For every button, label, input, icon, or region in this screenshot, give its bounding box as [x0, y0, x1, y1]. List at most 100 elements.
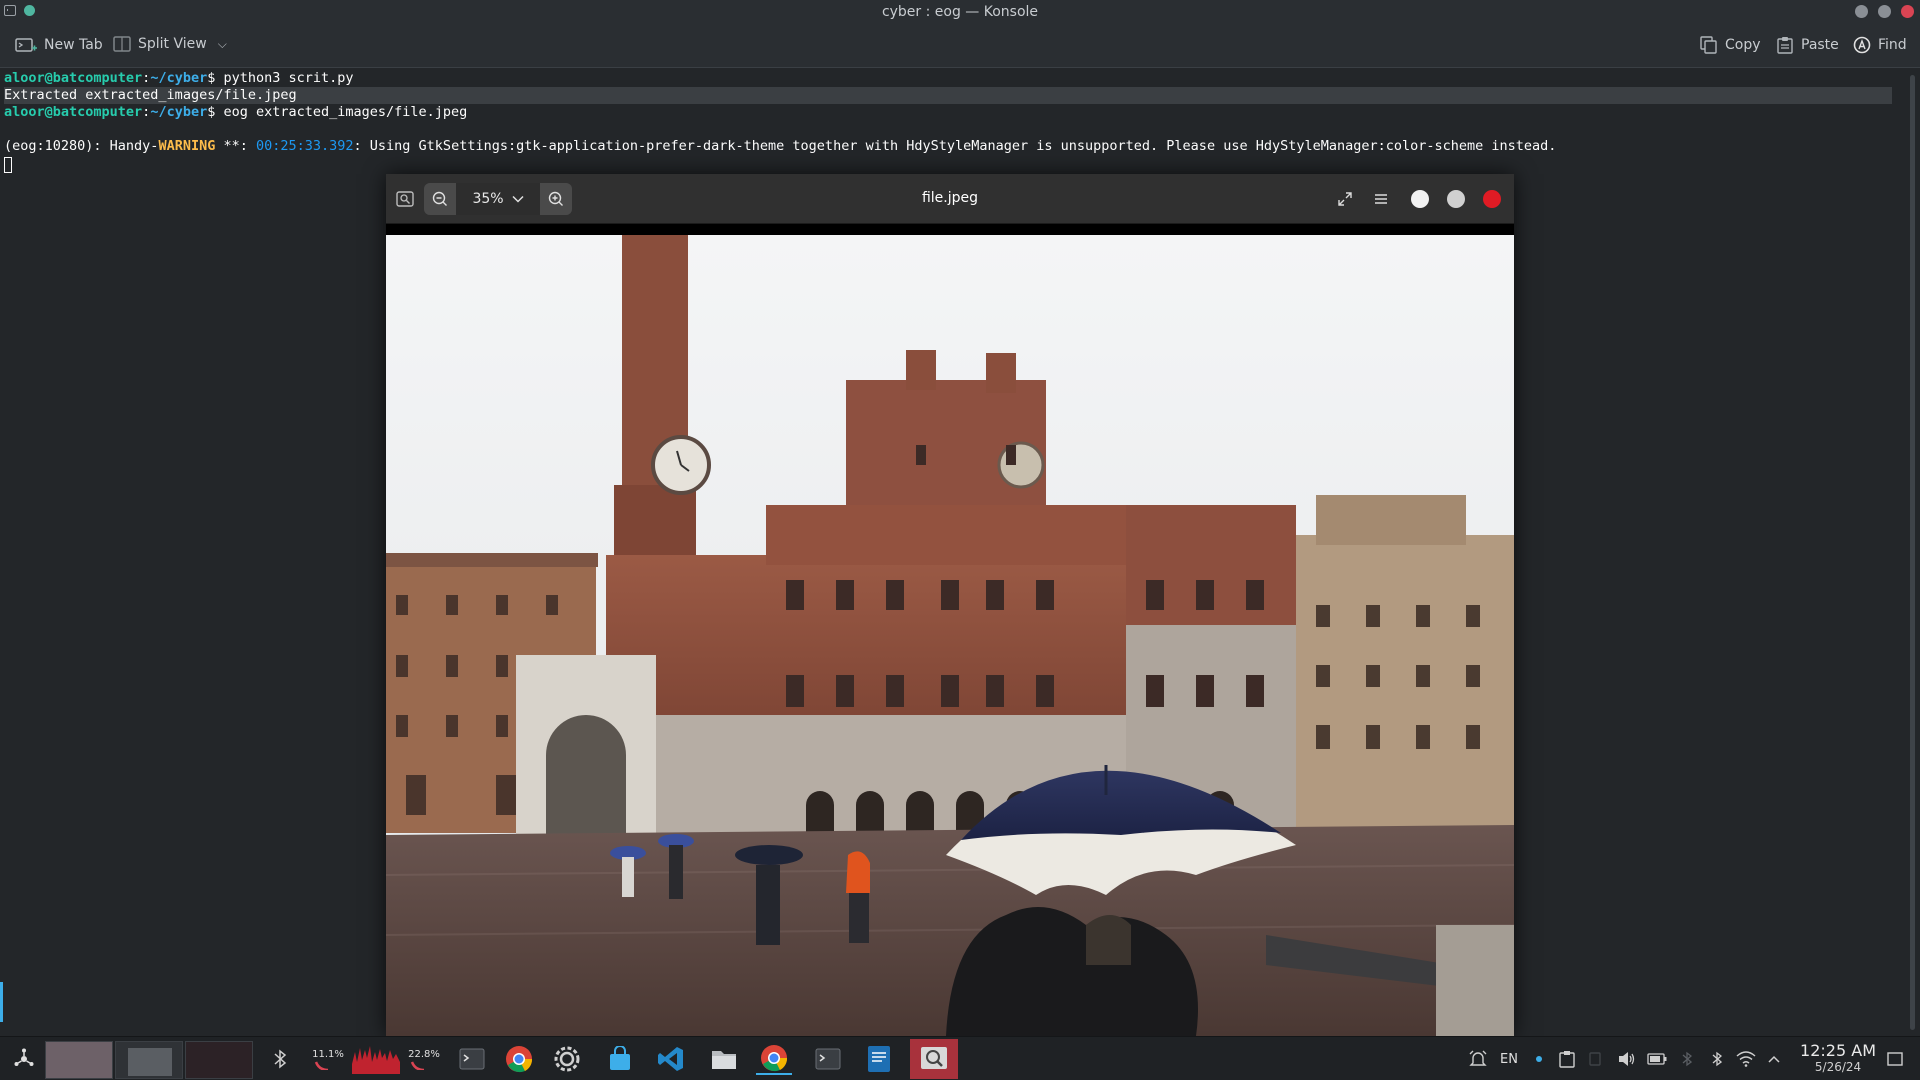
close-window-button[interactable]	[1901, 5, 1914, 18]
task-chrome-1[interactable]	[503, 1043, 535, 1075]
volume-tray[interactable]	[1615, 1043, 1637, 1075]
window-title: cyber : eog — Konsole	[881, 4, 1039, 20]
paste-button[interactable]: Paste	[1776, 36, 1839, 54]
bluetooth-icon	[274, 1049, 287, 1069]
tray-expand-button[interactable]	[1765, 1043, 1783, 1075]
task-file-manager[interactable]	[708, 1043, 740, 1075]
speaker-icon	[1619, 1052, 1635, 1066]
close-icon[interactable]	[1483, 190, 1501, 208]
taskbar: 11.1% 22.8% EN 12:25 AM 5/26/24	[0, 1036, 1920, 1080]
alarm-bell-icon	[1469, 1050, 1487, 1066]
status-dot	[1532, 1043, 1546, 1075]
bluetooth-icon	[1682, 1051, 1692, 1067]
task-chrome-2[interactable]	[756, 1043, 792, 1075]
wifi-tray[interactable]	[1735, 1043, 1757, 1075]
virtual-desktop-1[interactable]	[45, 1041, 113, 1079]
maximize-icon[interactable]	[1447, 190, 1465, 208]
minimize-window-button[interactable]	[1855, 5, 1868, 18]
terminal-scrollbar[interactable]	[1905, 69, 1920, 1036]
clipboard-icon	[1559, 1051, 1575, 1068]
network-graph[interactable]	[352, 1043, 400, 1075]
notifications-tray[interactable]	[1467, 1043, 1489, 1075]
hamburger-menu-icon	[1375, 194, 1387, 204]
chevron-down-icon[interactable]: ⌵	[218, 37, 227, 52]
output-filename: extracted_images/file.jpeg	[85, 87, 297, 103]
copy-icon	[1700, 36, 1717, 54]
wifi-icon	[1736, 1051, 1756, 1067]
terminal-activity-marker	[0, 982, 3, 1022]
chevron-up-icon	[1768, 1055, 1780, 1063]
image-viewer-icon	[921, 1047, 947, 1069]
paste-label: Paste	[1801, 37, 1839, 53]
device-icon	[1589, 1052, 1601, 1066]
menu-button[interactable]	[1366, 184, 1396, 214]
activity-graph-icon	[352, 1046, 400, 1074]
keep-above-icon[interactable]	[24, 5, 35, 16]
store-bag-icon	[610, 1046, 630, 1070]
show-desktop-button[interactable]	[1884, 1043, 1906, 1075]
battery-tray[interactable]	[1645, 1043, 1669, 1075]
prompt-dollar: $	[207, 104, 224, 120]
prompt-dollar: $	[207, 70, 224, 86]
bluetooth-tray-disabled[interactable]	[1679, 1043, 1695, 1075]
cpu-monitor[interactable]: 11.1%	[308, 1043, 348, 1075]
find-label: Find	[1878, 37, 1907, 53]
bluetooth-widget[interactable]	[268, 1043, 292, 1075]
prompt-user: aloor@batcomputer	[4, 70, 143, 86]
task-writer[interactable]	[861, 1043, 897, 1075]
image-canvas	[386, 235, 1514, 1036]
battery-icon	[1647, 1053, 1667, 1065]
warning-message: : Using GtkSettings:gtk-application-pref…	[353, 138, 1557, 154]
copy-label: Copy	[1725, 37, 1761, 53]
bluetooth-icon	[1712, 1051, 1722, 1067]
vscode-icon	[658, 1047, 683, 1071]
settings-gear-icon	[554, 1046, 580, 1072]
clipboard-tray[interactable]	[1557, 1043, 1577, 1075]
app-launcher-button[interactable]	[8, 1043, 40, 1075]
document-icon	[868, 1046, 890, 1072]
desktop-icon	[1887, 1052, 1903, 1066]
terminal-line-2-text: Extracted extracted_images/file.jpeg	[4, 87, 297, 104]
memory-usage: 22.8%	[408, 1048, 440, 1060]
new-tab-icon	[15, 38, 37, 52]
virtual-desktop-3[interactable]	[185, 1041, 253, 1079]
terminal-icon	[459, 1048, 485, 1070]
fullscreen-button[interactable]	[1330, 184, 1360, 214]
task-image-viewer-active[interactable]	[910, 1039, 958, 1079]
find-icon	[1853, 36, 1871, 54]
output-text: Extracted	[4, 87, 86, 103]
new-tab-label: New Tab	[44, 37, 103, 53]
task-settings[interactable]	[551, 1043, 583, 1075]
new-tab-button[interactable]: New Tab	[15, 36, 103, 54]
split-view-button[interactable]: Split View ⌵	[113, 36, 227, 52]
keyboard-layout-label: EN	[1500, 1051, 1518, 1067]
keyboard-layout[interactable]: EN	[1497, 1043, 1521, 1075]
fullscreen-icon	[1338, 192, 1352, 206]
konsole-toolbar: New Tab Split View ⌵ Copy Paste Find	[0, 24, 1920, 68]
command-text: python3 scrit.py	[223, 70, 354, 86]
prompt-path: ~/cyber	[150, 70, 208, 86]
task-konsole-2[interactable]	[810, 1043, 846, 1075]
virtual-desktop-2[interactable]	[115, 1041, 183, 1079]
memory-arc-icon	[410, 1061, 425, 1070]
clock-time: 12:25 AM	[1800, 1041, 1876, 1060]
split-view-label: Split View	[138, 36, 207, 52]
minimize-icon[interactable]	[1411, 190, 1429, 208]
task-konsole-1[interactable]	[456, 1043, 488, 1075]
terminal-icon	[815, 1048, 841, 1070]
disk-tray[interactable]	[1585, 1043, 1605, 1075]
memory-monitor[interactable]: 22.8%	[404, 1043, 444, 1075]
displayed-image[interactable]	[386, 235, 1514, 1036]
task-discover[interactable]	[604, 1043, 636, 1075]
digital-clock[interactable]: 12:25 AM 5/26/24	[1800, 1041, 1876, 1074]
task-vscode[interactable]	[655, 1043, 687, 1075]
bluetooth-tray[interactable]	[1709, 1043, 1725, 1075]
warning-stars: **:	[215, 138, 256, 154]
maximize-window-button[interactable]	[1878, 5, 1891, 18]
eog-window: 35% file.jpeg	[386, 174, 1514, 1036]
find-button[interactable]: Find	[1853, 36, 1907, 54]
warning-prefix: (eog:10280): Handy-	[4, 138, 159, 154]
copy-button[interactable]: Copy	[1700, 36, 1761, 54]
scrollbar-thumb[interactable]	[1910, 75, 1915, 1030]
konsole-app-icon[interactable]	[4, 5, 16, 16]
